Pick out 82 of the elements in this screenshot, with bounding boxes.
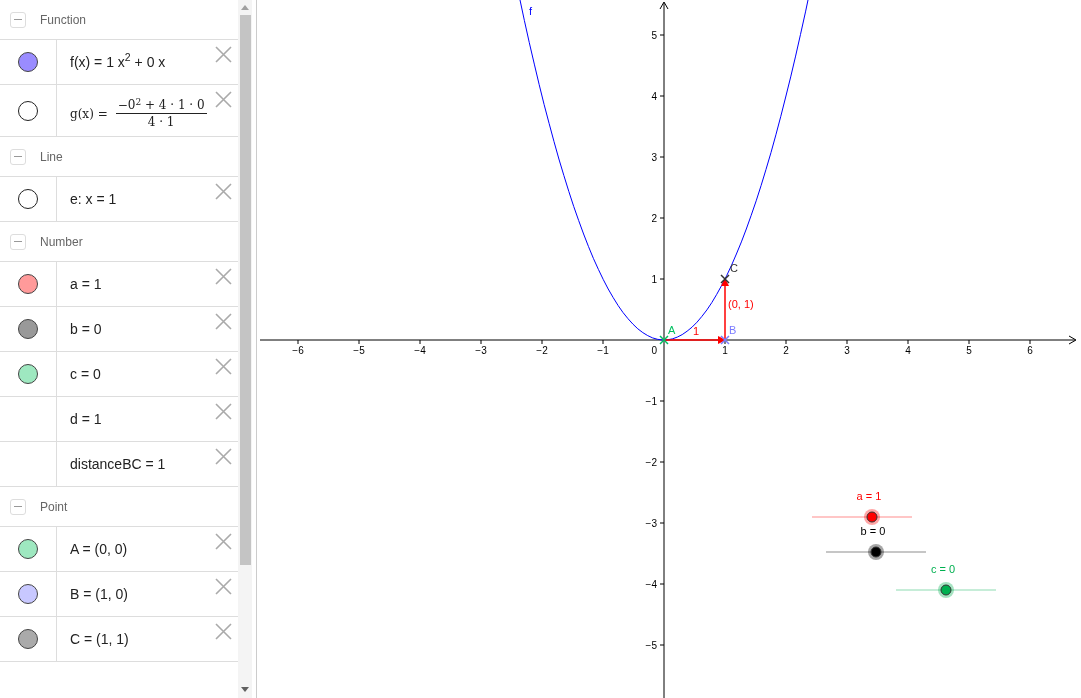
scrollbar[interactable]	[238, 0, 252, 698]
group-title: Number	[40, 233, 83, 251]
formula[interactable]: distanceBC = 1	[70, 453, 166, 475]
vector-label: (0, 1)	[728, 298, 754, 310]
tick-label: 2	[783, 345, 789, 356]
tick-label: 1	[722, 345, 728, 356]
point-marker[interactable]	[720, 274, 730, 284]
visibility-marble[interactable]	[18, 364, 38, 384]
visibility-marble[interactable]	[18, 52, 38, 72]
formula[interactable]: d = 1	[70, 408, 102, 430]
visibility-marble[interactable]	[18, 100, 38, 121]
tick-label: −4	[414, 345, 426, 356]
curve-label: f	[529, 5, 533, 17]
vector-arrow[interactable]	[663, 336, 726, 344]
close-icon[interactable]	[215, 578, 232, 595]
visibility-marble[interactable]	[18, 319, 38, 339]
tick-label: 5	[651, 30, 657, 41]
formula[interactable]: C = (1, 1)	[70, 628, 129, 650]
close-icon[interactable]	[215, 403, 232, 420]
tick-label: 5	[966, 345, 972, 356]
tick-label: −1	[597, 345, 609, 356]
slider-label: c = 0	[930, 563, 956, 575]
slider-thumb[interactable]	[938, 582, 954, 598]
point-label: C	[730, 262, 738, 274]
close-icon[interactable]	[215, 313, 232, 330]
tick-label: −3	[645, 518, 657, 529]
point-label: A	[668, 324, 676, 336]
close-icon[interactable]	[215, 46, 232, 63]
tick-label: 0	[651, 345, 657, 356]
tick-label: 4	[651, 91, 657, 102]
close-icon[interactable]	[215, 91, 232, 108]
tick-label: −3	[475, 345, 487, 356]
point-marker[interactable]	[659, 335, 669, 345]
scroll-down-icon[interactable]	[241, 687, 249, 692]
vector-arrow[interactable]	[721, 278, 729, 341]
tick-label: −2	[645, 457, 657, 468]
tick-label: −5	[645, 640, 657, 651]
slider-label: b = 0	[860, 525, 886, 537]
formula[interactable]: b = 0	[70, 318, 102, 340]
point-marker[interactable]	[720, 335, 730, 345]
formula[interactable]: f(x) = 1 x$^{2}$ + 0 x	[70, 51, 166, 73]
visibility-marble[interactable]	[18, 189, 38, 209]
slider-label: a = 1	[856, 490, 882, 502]
tick-label: 4	[905, 345, 911, 356]
formula[interactable]: e: x = 1	[70, 188, 117, 210]
formula[interactable]: B = (1, 0)	[70, 583, 128, 605]
tick-label: −2	[536, 345, 548, 356]
visibility-marble[interactable]	[18, 629, 38, 649]
collapse-icon[interactable]	[10, 498, 26, 515]
visibility-marble[interactable]	[18, 584, 38, 604]
tick-label: −5	[353, 345, 365, 356]
tick-label: 6	[1027, 345, 1033, 356]
tick-label: 3	[651, 152, 657, 163]
close-icon[interactable]	[215, 358, 232, 375]
formula[interactable]: A = (0, 0)	[70, 538, 128, 560]
close-icon[interactable]	[215, 268, 232, 285]
tick-label: 3	[844, 345, 850, 356]
slider-thumb[interactable]	[864, 509, 880, 525]
close-icon[interactable]	[215, 183, 232, 200]
close-icon[interactable]	[215, 533, 232, 550]
group-title: Function	[40, 11, 87, 29]
group-title: Point	[40, 498, 68, 516]
collapse-icon[interactable]	[10, 148, 26, 165]
tick-label: −1	[645, 396, 657, 407]
point-label: B	[729, 324, 737, 336]
close-icon[interactable]	[215, 623, 232, 640]
tick-label: −4	[645, 579, 657, 590]
close-icon[interactable]	[215, 448, 232, 465]
slider-thumb[interactable]	[868, 544, 884, 560]
tick-label: 2	[651, 213, 657, 224]
formula[interactable]: a = 1	[70, 273, 102, 295]
collapse-icon[interactable]	[10, 11, 26, 28]
visibility-marble[interactable]	[18, 274, 38, 294]
scroll-up-icon[interactable]	[241, 5, 249, 10]
collapse-icon[interactable]	[10, 233, 26, 250]
tick-label: 1	[651, 274, 657, 285]
formula[interactable]: g(x) = −0$^{2}$ + 4 · 1 · 0 4 · 1	[70, 97, 207, 130]
formula[interactable]: c = 0	[70, 363, 101, 385]
group-title: Line	[40, 148, 63, 166]
visibility-marble[interactable]	[18, 539, 38, 559]
vector-label: 1	[693, 325, 700, 337]
tick-label: −6	[292, 345, 304, 356]
